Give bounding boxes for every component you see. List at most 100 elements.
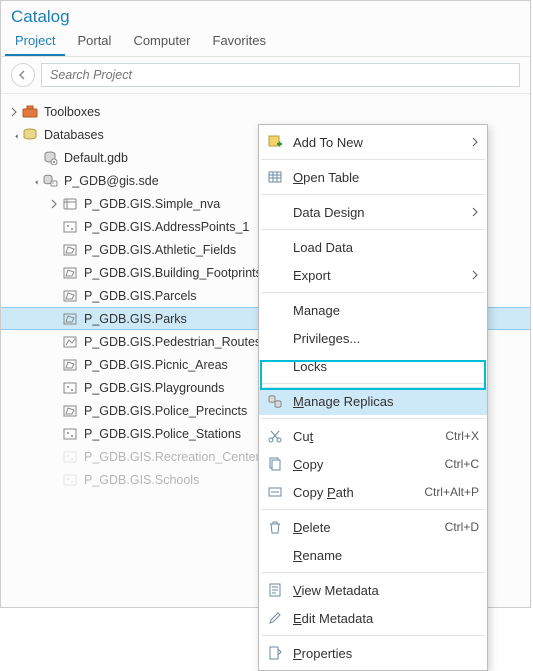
tab-portal[interactable]: Portal: [67, 27, 121, 56]
separator: [261, 229, 485, 230]
ctx-label: View Metadata: [293, 583, 479, 598]
chevron-right-icon: [471, 268, 479, 283]
ctx-label: Privileges...: [293, 331, 479, 346]
ctx-data-design[interactable]: Data Design: [259, 198, 487, 226]
ctx-manage[interactable]: Manage: [259, 296, 487, 324]
tree-label: P_GDB.GIS.Police_Precincts: [84, 404, 247, 418]
ctx-label: Rename: [293, 548, 479, 563]
shortcut: Ctrl+D: [445, 520, 479, 534]
ctx-label: Copy Path: [293, 485, 416, 500]
panel-title: Catalog: [1, 1, 530, 29]
trash-icon: [265, 517, 285, 537]
separator: [261, 292, 485, 293]
chevron-right-icon: [471, 135, 479, 150]
tree-label: P_GDB.GIS.Playgrounds: [84, 381, 224, 395]
ctx-label: Add To New: [293, 135, 463, 150]
replicas-icon: [265, 391, 285, 411]
scissors-icon: [265, 426, 285, 446]
tree-label: Databases: [44, 128, 104, 142]
line-feature-icon: [61, 333, 79, 351]
polygon-feature-icon: [61, 264, 79, 282]
ctx-edit-metadata[interactable]: Edit Metadata: [259, 604, 487, 632]
polygon-feature-icon: [61, 310, 79, 328]
separator: [261, 572, 485, 573]
tree-label: P_GDB@gis.sde: [64, 174, 159, 188]
tree-label: P_GDB.GIS.Pedestrian_Routes: [84, 335, 261, 349]
ctx-add-to-new[interactable]: Add To New: [259, 128, 487, 156]
copy-icon: [265, 454, 285, 474]
copy-path-icon: [265, 482, 285, 502]
tree-label: P_GDB.GIS.Recreation_Centers: [84, 450, 266, 464]
tree-label: P_GDB.GIS.Parks: [84, 312, 187, 326]
point-feature-icon: [61, 471, 79, 489]
ctx-label: Export: [293, 268, 463, 283]
back-button[interactable]: [11, 63, 35, 87]
point-feature-icon: [61, 448, 79, 466]
ctx-label: Manage Replicas: [293, 394, 479, 409]
ctx-label: Locks: [293, 359, 479, 374]
ctx-view-metadata[interactable]: View Metadata: [259, 576, 487, 604]
tab-favorites[interactable]: Favorites: [203, 27, 276, 56]
ctx-rename[interactable]: Rename: [259, 541, 487, 569]
database-folder-icon: [21, 126, 39, 144]
tab-strip: Project Portal Computer Favorites: [1, 29, 530, 57]
ctx-export[interactable]: Export: [259, 261, 487, 289]
ctx-load-data[interactable]: Load Data: [259, 233, 487, 261]
view-metadata-icon: [265, 580, 285, 600]
ctx-label: Open Table: [293, 170, 479, 185]
ctx-open-table[interactable]: Open Table: [259, 163, 487, 191]
tree-label: Default.gdb: [64, 151, 128, 165]
caret-down-icon[interactable]: [7, 128, 21, 142]
caret-right-icon[interactable]: [47, 197, 61, 211]
separator: [261, 418, 485, 419]
toolbar: [1, 57, 530, 94]
ctx-label: Manage: [293, 303, 479, 318]
geodatabase-icon: [41, 149, 59, 167]
separator: [261, 635, 485, 636]
search-input[interactable]: [41, 63, 520, 87]
shortcut: Ctrl+C: [445, 457, 479, 471]
polygon-feature-icon: [61, 356, 79, 374]
shortcut: Ctrl+X: [445, 429, 479, 443]
tree-label: P_GDB.GIS.Simple_nva: [84, 197, 220, 211]
ctx-manage-replicas[interactable]: Manage Replicas: [259, 387, 487, 415]
ctx-copy-path[interactable]: Copy Path Ctrl+Alt+P: [259, 478, 487, 506]
ctx-copy[interactable]: Copy Ctrl+C: [259, 450, 487, 478]
tree-label: P_GDB.GIS.Police_Stations: [84, 427, 241, 441]
tree-item-toolboxes[interactable]: Toolboxes: [1, 100, 530, 123]
polygon-feature-icon: [61, 241, 79, 259]
arrow-left-icon: [17, 69, 29, 81]
caret-right-icon[interactable]: [7, 105, 21, 119]
properties-icon: [265, 643, 285, 663]
ctx-label: Load Data: [293, 240, 479, 255]
point-feature-icon: [61, 425, 79, 443]
ctx-label: Delete: [293, 520, 437, 535]
tree-label: P_GDB.GIS.Picnic_Areas: [84, 358, 228, 372]
point-feature-icon: [61, 379, 79, 397]
polygon-feature-icon: [61, 402, 79, 420]
feature-dataset-icon: [61, 195, 79, 213]
tree-label: P_GDB.GIS.Building_Footprints: [84, 266, 262, 280]
ctx-locks[interactable]: Locks: [259, 352, 487, 380]
ctx-label: Copy: [293, 457, 437, 472]
ctx-delete[interactable]: Delete Ctrl+D: [259, 513, 487, 541]
tree-label: P_GDB.GIS.Athletic_Fields: [84, 243, 236, 257]
tab-project[interactable]: Project: [5, 27, 65, 56]
chevron-right-icon: [471, 205, 479, 220]
separator: [261, 159, 485, 160]
polygon-feature-icon: [61, 287, 79, 305]
ctx-cut[interactable]: Cut Ctrl+X: [259, 422, 487, 450]
shortcut: Ctrl+Alt+P: [424, 485, 479, 499]
tree-label: P_GDB.GIS.AddressPoints_1: [84, 220, 249, 234]
caret-down-icon[interactable]: [27, 174, 41, 188]
ctx-label: Data Design: [293, 205, 463, 220]
ctx-properties[interactable]: Properties: [259, 639, 487, 667]
ctx-privileges[interactable]: Privileges...: [259, 324, 487, 352]
separator: [261, 509, 485, 510]
pencil-icon: [265, 608, 285, 628]
separator: [261, 383, 485, 384]
add-map-icon: [265, 132, 285, 152]
toolbox-icon: [21, 103, 39, 121]
tab-computer[interactable]: Computer: [123, 27, 200, 56]
ctx-label: Edit Metadata: [293, 611, 479, 626]
